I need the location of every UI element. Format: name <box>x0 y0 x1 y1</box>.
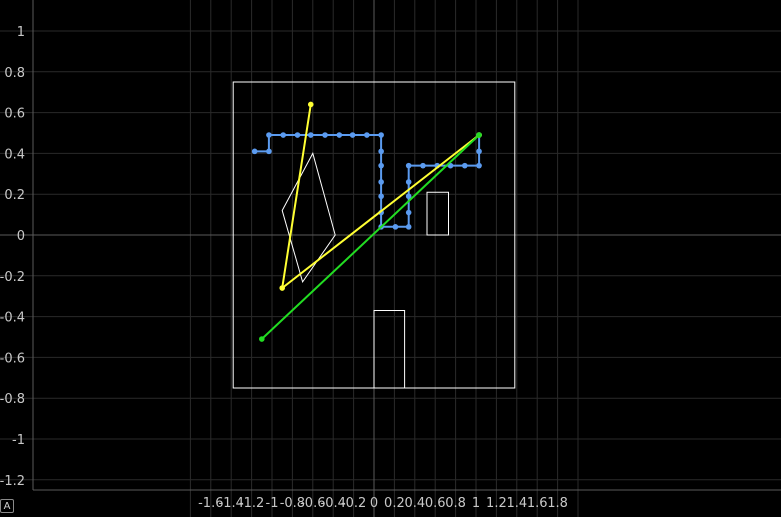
y-tick-label: 0.6 <box>4 107 25 122</box>
series-0-point <box>266 132 272 138</box>
series-2-point <box>259 336 265 342</box>
series-0-point <box>405 162 412 169</box>
x-tick-label: 1.4 <box>506 496 527 511</box>
x-tick-label: -1.2 <box>239 496 264 511</box>
series-0-point <box>251 148 258 155</box>
series-1-point <box>279 285 286 291</box>
series-0-point <box>405 179 412 185</box>
x-tick-label: 1 <box>472 496 480 511</box>
y-tick-label: -0.6 <box>0 351 25 366</box>
series-0-point <box>476 162 482 169</box>
series-0-point <box>378 148 384 155</box>
series-0-point <box>266 148 272 155</box>
series-0-point <box>280 132 287 138</box>
y-tick-label: 0 <box>17 229 25 244</box>
y-tick-label: -0.4 <box>0 311 25 326</box>
series-0-point <box>336 132 343 138</box>
series-0-point <box>461 162 468 169</box>
x-tick-label: -0.2 <box>341 496 366 511</box>
plot-area[interactable]: -1.6-1.4-1.2 -1 -0.8-0.6-0.4-0.2 0 0.2 0.4 0.6… <box>0 0 781 517</box>
x-tick-label: 1.8 <box>547 496 568 511</box>
y-tick-label: -1.2 <box>0 474 25 489</box>
y-tick-label: -0.8 <box>0 392 25 407</box>
series-layer <box>251 101 482 342</box>
x-tick-label: 0.6 <box>425 496 446 511</box>
series-0-point <box>294 132 301 138</box>
shape-obstacle-rotated <box>281 152 336 284</box>
y-tick-label: 0.8 <box>4 66 25 81</box>
series-0-point <box>349 132 356 138</box>
series-0-point <box>378 132 384 138</box>
series-1-point <box>307 101 314 108</box>
x-tick-label: 0.2 <box>384 496 405 511</box>
x-tick-label: 0.4 <box>404 496 425 511</box>
series-line-0 <box>254 134 481 228</box>
series-0-point <box>322 132 328 138</box>
series-line-2 <box>261 134 480 340</box>
x-tick-label: 1.6 <box>527 496 548 511</box>
corner-badge-icon[interactable]: A <box>0 499 14 513</box>
tick-label-layer: -1.6-1.4-1.2 -1 -0.8-0.6-0.4-0.2 0 0.2 0.4 0.6… <box>0 25 568 511</box>
series-0-point <box>420 162 426 169</box>
y-tick-label: 1 <box>17 25 25 40</box>
series-0-point <box>476 148 482 155</box>
series-0-point <box>405 209 412 216</box>
y-tick-label: 0.4 <box>4 147 25 162</box>
series-2-point <box>476 132 482 138</box>
series-0-point <box>378 193 384 200</box>
series-0-point <box>378 179 384 185</box>
series-0-point <box>307 132 314 138</box>
x-tick-label: -1 <box>266 496 279 511</box>
grid-layer <box>0 0 781 517</box>
shape-obstacle-bottom <box>373 310 406 389</box>
series-0-point <box>378 162 384 169</box>
series-0-point <box>405 224 412 230</box>
y-tick-label: 0.2 <box>4 188 25 203</box>
series-0-point <box>392 224 399 230</box>
shape-obstacle-small <box>426 191 449 236</box>
y-tick-label: -0.2 <box>0 270 25 285</box>
series-0-point <box>364 132 370 138</box>
x-tick-label: 1.2 <box>486 496 507 511</box>
x-tick-label: 0 <box>370 496 378 511</box>
y-tick-label: -1 <box>12 433 25 448</box>
x-tick-label: 0.8 <box>445 496 466 511</box>
